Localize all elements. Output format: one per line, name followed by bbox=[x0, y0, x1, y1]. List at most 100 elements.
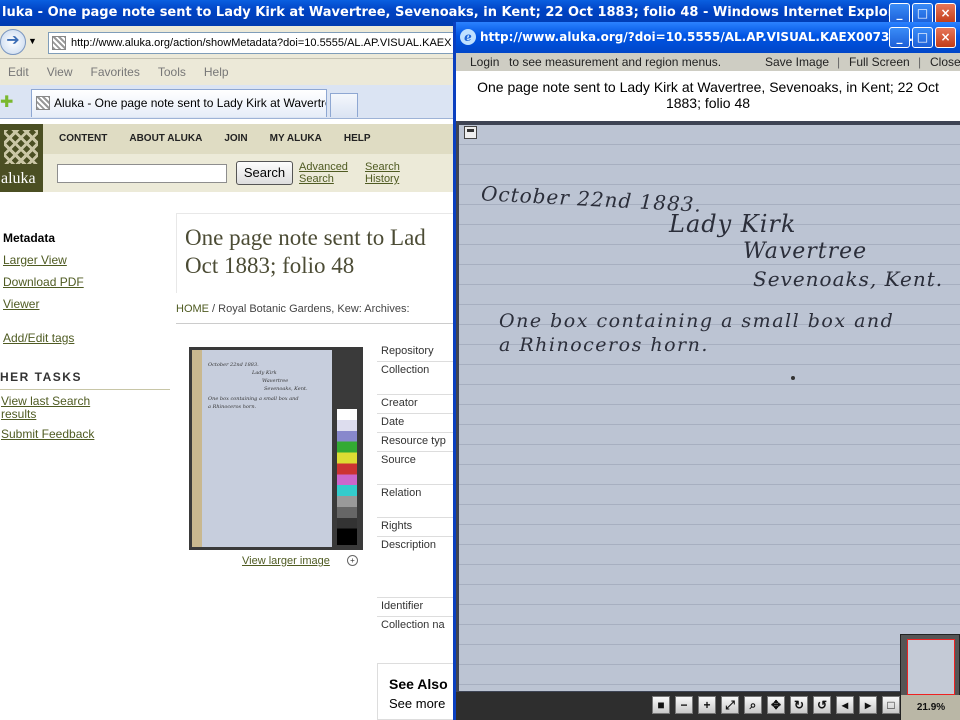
search-input[interactable] bbox=[57, 164, 227, 183]
search-history-line1: Search bbox=[365, 161, 400, 173]
rotate-icon[interactable]: ↻ bbox=[790, 696, 808, 714]
search-button[interactable]: Search bbox=[236, 161, 293, 185]
submit-feedback-link[interactable]: Submit Feedback bbox=[1, 428, 94, 441]
maximize-button[interactable]: □ bbox=[912, 27, 933, 48]
browser-title: luka - One page note sent to Lady Kirk a… bbox=[2, 5, 910, 20]
tab-aluka[interactable]: Aluka - One page note sent to Lady Kirk … bbox=[31, 89, 327, 117]
divider bbox=[176, 323, 455, 324]
thumbnail-town: Sevenoaks, Kent. bbox=[264, 386, 308, 392]
rotate-left-icon[interactable]: ↺ bbox=[813, 696, 831, 714]
thumbnail-street: Wavertree bbox=[262, 378, 289, 384]
ie-icon: e bbox=[460, 29, 476, 45]
label-identifier: Identifier bbox=[381, 600, 424, 612]
page-title-line1: One page note sent to Lad bbox=[185, 225, 426, 250]
nav-join[interactable]: JOIN bbox=[224, 124, 247, 154]
image-viewer-window: e http://www.aluka.org/?doi=10.5555/AL.A… bbox=[453, 22, 960, 720]
menu-separator: | bbox=[837, 55, 841, 69]
divider bbox=[377, 597, 455, 598]
zoom-out-icon[interactable]: − bbox=[675, 696, 693, 714]
close-button[interactable]: × bbox=[935, 3, 956, 24]
label-repository: Repository bbox=[381, 345, 434, 357]
login-link[interactable]: Login bbox=[470, 53, 499, 71]
fit-icon[interactable]: ⤢ bbox=[721, 696, 739, 714]
address-bar[interactable]: http://www.aluka.org/action/showMetadata… bbox=[48, 32, 468, 54]
save-image-link[interactable]: Save Image bbox=[765, 53, 829, 71]
nav-about[interactable]: ABOUT ALUKA bbox=[129, 124, 202, 154]
breadcrumb-home[interactable]: HOME bbox=[176, 303, 209, 315]
previous-icon[interactable]: ◂ bbox=[836, 696, 854, 714]
breadcrumb-trail[interactable]: / Royal Botanic Gardens, Kew: Archives: bbox=[209, 303, 410, 315]
new-tab-button[interactable] bbox=[330, 93, 358, 117]
handwriting-body-line2: a Rhinoceros horn. bbox=[499, 334, 709, 356]
pan-icon[interactable]: ✥ bbox=[767, 696, 785, 714]
image-canvas[interactable]: October 22nd 1883. Lady Kirk Wavertree S… bbox=[456, 121, 960, 720]
label-resource-type: Resource typ bbox=[381, 435, 446, 447]
menu-help[interactable]: Help bbox=[204, 59, 229, 85]
viewer-menu: Login to see measurement and region menu… bbox=[456, 53, 960, 71]
nav-content[interactable]: CONTENT bbox=[59, 124, 107, 154]
view-last-search-line2: results bbox=[1, 407, 37, 421]
viewer-link[interactable]: Viewer bbox=[3, 297, 39, 311]
close-button[interactable]: × bbox=[935, 27, 956, 48]
view-last-search-line1: View last Search bbox=[1, 394, 91, 408]
label-collection-name: Collection na bbox=[381, 619, 445, 631]
label-collection: Collection bbox=[381, 364, 430, 376]
magnify-icon[interactable]: ⌕ bbox=[744, 696, 762, 714]
label-creator: Creator bbox=[381, 397, 418, 409]
document-thumbnail[interactable]: October 22nd 1883. Lady Kirk Wavertree S… bbox=[189, 347, 363, 550]
divider bbox=[377, 394, 455, 395]
see-also-heading: See Also bbox=[389, 676, 448, 692]
page-icon bbox=[36, 96, 50, 110]
divider bbox=[377, 451, 455, 452]
manuscript-page[interactable]: October 22nd 1883. Lady Kirk Wavertree S… bbox=[459, 125, 960, 691]
page-title: One page note sent to Lad Oct 1883; foli… bbox=[176, 213, 455, 293]
magnify-icon[interactable]: + bbox=[347, 555, 358, 566]
add-favorites-icon[interactable]: ✚ bbox=[0, 92, 13, 112]
tab-label: Aluka - One page note sent to Lady Kirk … bbox=[54, 96, 327, 110]
next-icon[interactable]: ▸ bbox=[859, 696, 877, 714]
view-last-search-link[interactable]: View last Search results bbox=[1, 395, 90, 421]
navigator-thumbnail[interactable]: 21.9% bbox=[900, 634, 960, 720]
view-larger-image-link[interactable]: View larger image bbox=[242, 555, 330, 567]
history-dropdown-icon[interactable]: ▼ bbox=[28, 36, 37, 46]
fullscreen-icon[interactable]: □ bbox=[882, 696, 900, 714]
larger-view-link[interactable]: Larger View bbox=[3, 253, 67, 267]
advanced-search-link[interactable]: Advanced Search bbox=[299, 161, 348, 185]
minimize-button[interactable]: _ bbox=[889, 27, 910, 48]
menu-tools[interactable]: Tools bbox=[158, 59, 186, 85]
menu-view[interactable]: View bbox=[47, 59, 73, 85]
site-nav: CONTENT ABOUT ALUKA JOIN MY ALUKA HELP bbox=[43, 124, 455, 154]
page-title-line2: Oct 1883; folio 48 bbox=[185, 253, 355, 278]
nav-help[interactable]: HELP bbox=[344, 124, 371, 154]
menu-edit[interactable]: Edit bbox=[8, 59, 29, 85]
close-viewer-link[interactable]: Close bbox=[930, 53, 960, 71]
thumbnail-body-line2: a Rhinoceros horn. bbox=[208, 404, 257, 410]
search-history-link[interactable]: Search History bbox=[365, 161, 400, 185]
viewer-title-bar: e http://www.aluka.org/?doi=10.5555/AL.A… bbox=[456, 22, 960, 53]
download-pdf-link[interactable]: Download PDF bbox=[3, 275, 84, 289]
navigator-viewport[interactable] bbox=[907, 639, 955, 695]
add-edit-tags-link[interactable]: Add/Edit tags bbox=[3, 331, 74, 345]
divider bbox=[377, 484, 455, 485]
minimize-button[interactable]: _ bbox=[889, 3, 910, 24]
divider bbox=[377, 616, 455, 617]
stop-icon[interactable]: ■ bbox=[652, 696, 670, 714]
forward-icon[interactable]: ➔ bbox=[0, 29, 26, 55]
browser-window-controls: _ □ × bbox=[889, 3, 956, 24]
divider bbox=[377, 413, 455, 414]
search-history-line2: History bbox=[365, 173, 400, 185]
see-more-link[interactable]: See more bbox=[389, 696, 445, 711]
aluka-logo[interactable]: aluka bbox=[0, 124, 43, 192]
zoom-in-icon[interactable]: + bbox=[698, 696, 716, 714]
login-hint: to see measurement and region menus. bbox=[509, 55, 722, 69]
label-rights: Rights bbox=[381, 520, 413, 532]
menu-favorites[interactable]: Favorites bbox=[90, 59, 139, 85]
nav-my-aluka[interactable]: MY ALUKA bbox=[270, 124, 322, 154]
collapse-icon[interactable] bbox=[464, 126, 477, 139]
viewer-toolbar: ■ − + ⤢ ⌕ ✥ ↻ ↺ ◂ ▸ □ bbox=[456, 692, 900, 720]
see-also-box: See Also See more bbox=[377, 663, 455, 720]
thumbnail-body-line1: One box containing a small box and bbox=[208, 396, 299, 402]
full-screen-link[interactable]: Full Screen bbox=[849, 53, 910, 71]
divider bbox=[377, 361, 455, 362]
maximize-button[interactable]: □ bbox=[912, 3, 933, 24]
